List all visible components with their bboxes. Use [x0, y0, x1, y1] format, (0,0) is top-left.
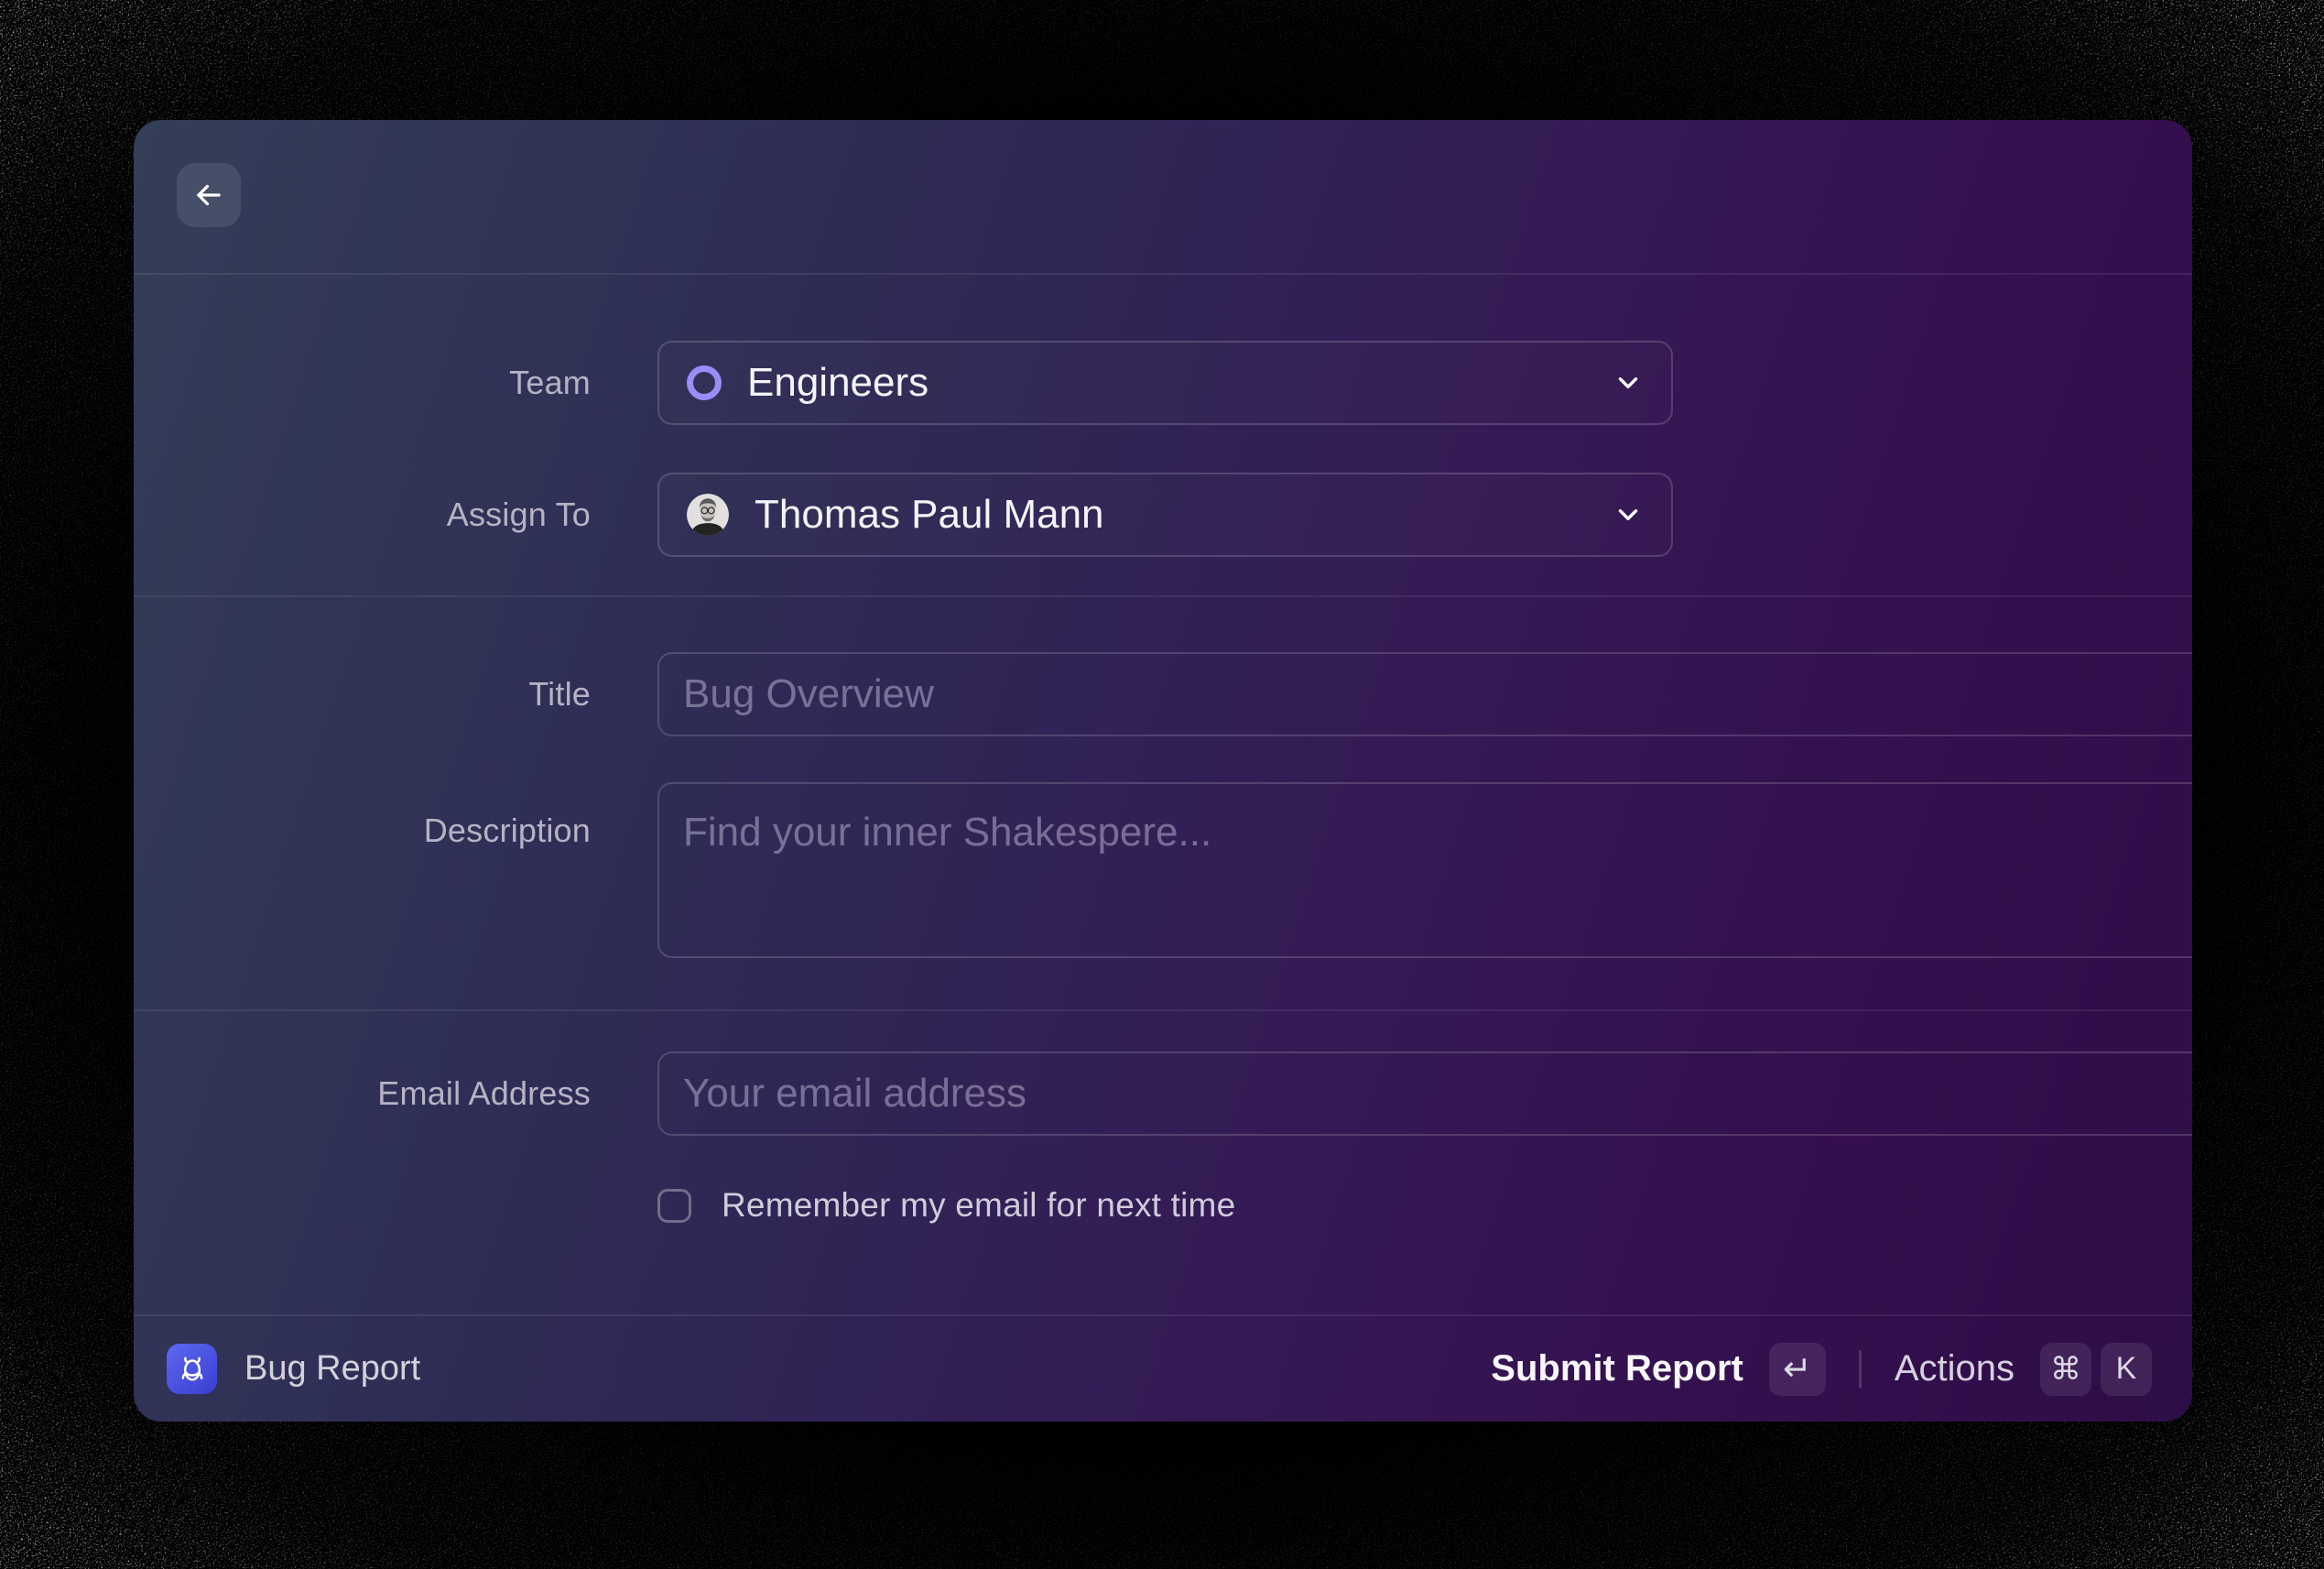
footer-actions: Submit Report ↵ Actions ⌘ K	[1491, 1343, 2152, 1396]
cmd-key-icon: ⌘	[2040, 1343, 2091, 1396]
k-key-icon: K	[2101, 1343, 2152, 1396]
remember-email-row: Remember my email for next time	[657, 1186, 2192, 1225]
actions-button[interactable]: Actions	[1895, 1348, 2014, 1389]
team-ring-icon	[687, 365, 722, 400]
description-textarea[interactable]	[657, 782, 2192, 958]
email-input[interactable]	[657, 1051, 2192, 1136]
assignee-avatar	[687, 494, 729, 536]
email-label: Email Address	[134, 1074, 591, 1113]
assign-to-row: Assign To	[134, 473, 2192, 557]
team-select[interactable]: Engineers	[657, 341, 1673, 425]
enter-key-icon: ↵	[1769, 1343, 1826, 1396]
screenshot-canvas: Team Engineers Assign To	[0, 0, 2324, 1569]
section-details: Title Description	[134, 595, 2192, 1009]
submit-report-button[interactable]: Submit Report	[1491, 1348, 1743, 1389]
title-label: Title	[134, 675, 591, 714]
title-row: Title	[134, 652, 2192, 736]
window-footer: Bug Report Submit Report ↵ Actions ⌘ K	[134, 1314, 2192, 1422]
arrow-left-icon	[191, 178, 226, 212]
section-email: Email Address Remember my email for next…	[134, 1009, 2192, 1314]
team-label: Team	[134, 364, 591, 402]
assign-to-label: Assign To	[134, 496, 591, 534]
assign-to-value: Thomas Paul Mann	[755, 492, 1104, 538]
chevron-down-icon	[1613, 367, 1644, 398]
remember-email-checkbox[interactable]	[657, 1189, 691, 1223]
window-header	[134, 120, 2192, 273]
bug-icon	[167, 1344, 217, 1394]
section-team: Team Engineers Assign To	[134, 273, 2192, 595]
title-input[interactable]	[657, 652, 2192, 736]
remember-email-label: Remember my email for next time	[722, 1186, 1235, 1225]
assign-to-select[interactable]: Thomas Paul Mann	[657, 473, 1673, 557]
back-button[interactable]	[177, 163, 241, 227]
team-row: Team Engineers	[134, 341, 2192, 425]
email-row: Email Address	[134, 1051, 2192, 1136]
command-title: Bug Report	[244, 1349, 420, 1389]
description-row: Description	[134, 782, 2192, 958]
description-label: Description	[134, 782, 591, 850]
chevron-down-icon	[1613, 499, 1644, 530]
footer-divider	[1859, 1350, 1862, 1389]
team-value: Engineers	[747, 360, 929, 406]
bug-report-window: Team Engineers Assign To	[134, 120, 2192, 1422]
